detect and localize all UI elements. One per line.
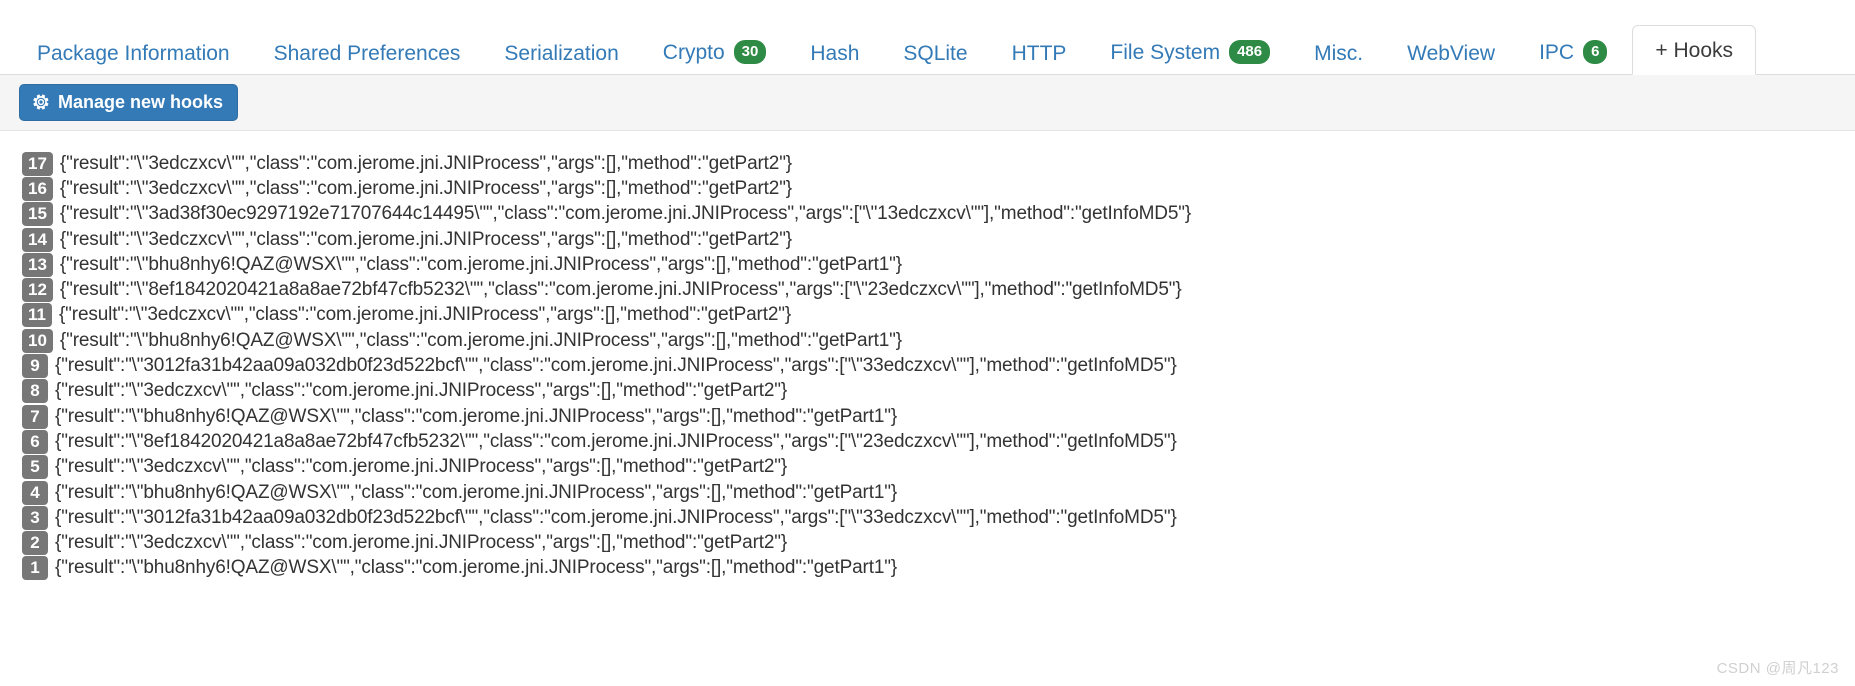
log-line-number: 5 (22, 455, 48, 480)
log-line-number: 11 (22, 303, 52, 328)
log-line-text: {"result":"\"bhu8nhy6!QAZ@WSX\"","class"… (55, 557, 898, 579)
tab-badge: 486 (1229, 40, 1271, 64)
log-line-text: {"result":"\"3edczxcv\"","class":"com.je… (59, 152, 793, 174)
log-line-text: {"result":"\"3edczxcv\"","class":"com.je… (55, 456, 788, 478)
tab-package-information[interactable]: Package Information (18, 31, 249, 75)
log-line-text: {"result":"\"3edczxcv\"","class":"com.je… (55, 532, 788, 554)
log-line[interactable]: 16 {"result":"\"3edczxcv\"","class":"com.… (22, 176, 1855, 201)
tab-crypto[interactable]: Crypto 30 (644, 28, 786, 75)
tab-shared-preferences[interactable]: Shared Preferences (255, 31, 480, 75)
log-line-text: {"result":"\"3edczxcv\"","class":"com.je… (59, 177, 793, 199)
log-line-text: {"result":"\"bhu8nhy6!QAZ@WSX\"","class"… (55, 405, 898, 427)
log-line-text: {"result":"\"bhu8nhy6!QAZ@WSX\"","class"… (55, 481, 898, 503)
tab-label: IPC (1539, 40, 1575, 64)
tab-http[interactable]: HTTP (993, 31, 1086, 75)
tab-label: Package Information (37, 42, 230, 65)
log-line-text: {"result":"\"3edczxcv\"","class":"com.je… (58, 304, 792, 326)
log-line[interactable]: 1 {"result":"\"bhu8nhy6!QAZ@WSX\"","class… (22, 556, 1855, 581)
log-line-number: 4 (22, 480, 48, 505)
log-line-number: 17 (22, 151, 53, 176)
tab-label: Serialization (504, 42, 619, 65)
log-line[interactable]: 17 {"result":"\"3edczxcv\"","class":"com.… (22, 151, 1855, 176)
tab-label: + Hooks (1655, 39, 1734, 62)
log-line-number: 1 (22, 556, 48, 581)
log-line-number: 7 (22, 404, 48, 429)
tab-label: HTTP (1011, 42, 1067, 65)
log-line-number: 3 (22, 505, 48, 530)
tab-badge: 30 (733, 40, 767, 64)
tab-label: SQLite (903, 42, 968, 65)
log-line[interactable]: 15 {"result":"\"3ad38f30ec9297192e7170764… (22, 202, 1855, 227)
manage-new-hooks-label: Manage new hooks (58, 92, 224, 112)
log-line-number: 14 (22, 227, 53, 252)
log-line-number: 8 (22, 379, 48, 404)
log-line[interactable]: 12 {"result":"\"8ef1842020421a8a8ae72bf47… (22, 277, 1855, 303)
log-line-number: 12 (22, 278, 53, 303)
log-line-text: {"result":"\"3012fa31b42aa09a032db0f23d5… (55, 506, 1177, 528)
main-tab-bar: Package Information Shared Preferences Ser… (0, 0, 1855, 75)
tab-serialization[interactable]: Serialization (485, 31, 637, 75)
tab-label: WebView (1407, 42, 1496, 65)
hooks-log-list[interactable]: 17 {"result":"\"3edczxcv\"","class":"com.… (0, 131, 1855, 582)
log-line-text: {"result":"\"8ef1842020421a8a8ae72bf47cf… (59, 279, 1182, 301)
log-line[interactable]: 7 {"result":"\"bhu8nhy6!QAZ@WSX\"","class… (22, 404, 1855, 429)
log-line-number: 10 (22, 328, 53, 353)
log-line-text: {"result":"\"3edczxcv\"","class":"com.je… (59, 228, 793, 250)
log-line-number: 2 (22, 531, 48, 556)
log-line-text: {"result":"\"3edczxcv\"","class":"com.je… (55, 380, 788, 402)
log-line[interactable]: 10 {"result":"\"bhu8nhy6!QAZ@WSX\"","clas… (22, 328, 1855, 353)
watermark: CSDN @周凡123 (1716, 660, 1839, 677)
tab-sqlite[interactable]: SQLite (884, 31, 986, 75)
tab-file-system[interactable]: File System 486 (1091, 28, 1289, 75)
tab-label: Shared Preferences (273, 42, 461, 65)
manage-new-hooks-button[interactable]: Manage new hooks (19, 84, 239, 121)
log-line-text: {"result":"\"3ad38f30ec9297192e71707644c… (59, 203, 1192, 225)
log-line-number: 16 (22, 176, 53, 201)
tab-label: Hash (810, 42, 860, 65)
log-line[interactable]: 14 {"result":"\"3edczxcv\"","class":"com.… (22, 227, 1855, 252)
log-line[interactable]: 3 {"result":"\"3012fa31b42aa09a032db0f23d… (22, 505, 1855, 530)
log-line-number: 13 (22, 252, 53, 277)
log-line[interactable]: 13 {"result":"\"bhu8nhy6!QAZ@WSX\"","clas… (22, 252, 1855, 277)
log-line-text: {"result":"\"bhu8nhy6!QAZ@WSX\"","class"… (59, 329, 902, 351)
tab-hooks[interactable]: + Hooks (1632, 25, 1757, 75)
tab-hash[interactable]: Hash (791, 31, 878, 75)
hooks-page: Package Information Shared Preferences Ser… (0, 0, 1855, 686)
log-line[interactable]: 6 {"result":"\"8ef1842020421a8a8ae72bf47c… (22, 429, 1855, 454)
tab-label: File System (1110, 40, 1221, 64)
tab-label: Crypto (662, 40, 725, 64)
log-line[interactable]: 4 {"result":"\"bhu8nhy6!QAZ@WSX\"","class… (22, 480, 1855, 505)
log-line-number: 6 (22, 429, 48, 454)
log-line-text: {"result":"\"3012fa31b42aa09a032db0f23d5… (55, 355, 1177, 377)
log-line-text: {"result":"\"bhu8nhy6!QAZ@WSX\"","class"… (59, 253, 902, 275)
gear-icon (32, 93, 50, 111)
tab-webview[interactable]: WebView (1388, 31, 1514, 75)
log-line-text: {"result":"\"8ef1842020421a8a8ae72bf47cf… (55, 430, 1177, 452)
log-line[interactable]: 8 {"result":"\"3edczxcv\"","class":"com.j… (22, 379, 1855, 404)
log-line-number: 15 (22, 202, 53, 227)
log-line-number: 9 (22, 354, 48, 379)
log-line[interactable]: 2 {"result":"\"3edczxcv\"","class":"com.j… (22, 530, 1855, 556)
log-line[interactable]: 9 {"result":"\"3012fa31b42aa09a032db0f23d… (22, 353, 1855, 379)
tab-label: Misc. (1314, 42, 1364, 65)
hooks-toolbar: Manage new hooks (0, 75, 1855, 131)
tab-ipc[interactable]: IPC 6 (1520, 28, 1626, 75)
log-line[interactable]: 5 {"result":"\"3edczxcv\"","class":"com.j… (22, 455, 1855, 480)
tab-misc[interactable]: Misc. (1295, 31, 1382, 75)
log-line[interactable]: 11 {"result":"\"3edczxcv\"","class":"com.… (22, 303, 1855, 328)
tab-badge: 6 (1583, 40, 1608, 64)
